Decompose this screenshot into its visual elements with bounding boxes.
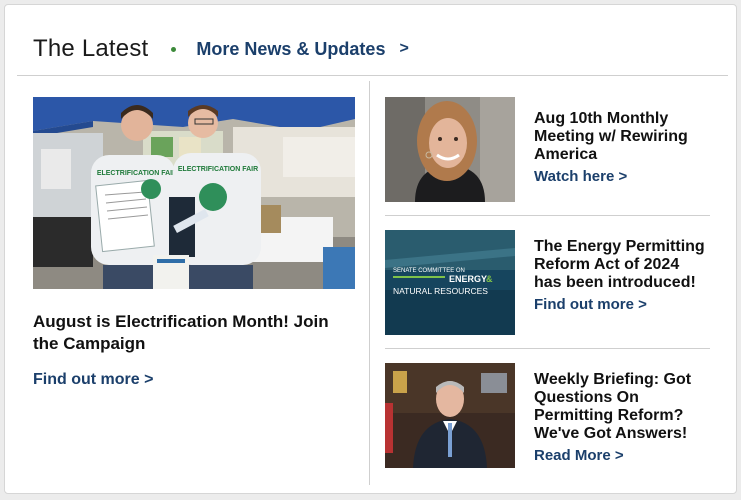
more-news-link[interactable]: More News & Updates > [196,39,408,60]
shirt-text-left: ELECTRIFICATION FAIR [97,170,177,177]
news-item: SENATE COMMITTEE ON ENERGY & NATURAL RES… [385,230,710,336]
find-out-more-link[interactable]: Find out more > [534,296,647,313]
news-item-text: The Energy Permitting Reform Act of 2024… [534,238,710,314]
senate-committee-banner[interactable]: SENATE COMMITTEE ON ENERGY & NATURAL RES… [385,230,515,335]
watch-here-link[interactable]: Watch here > [534,168,627,185]
chevron-right-icon[interactable]: > [399,40,408,58]
section-header: The Latest More News & Updates > [33,33,409,65]
featured-title[interactable]: August is Electrification Month! Join th… [33,311,355,355]
column-divider [369,81,370,485]
news-item: Aug 10th Monthly Meeting w/ Rewiring Ame… [385,97,710,203]
banner-ampersand: & [486,274,493,284]
header-divider [17,75,728,76]
news-item-text: Weekly Briefing: Got Questions On Permit… [534,371,710,465]
briefing-video-thumbnail[interactable] [385,363,515,468]
item-divider [385,215,710,216]
section-title: The Latest [33,35,149,62]
news-item-title[interactable]: Aug 10th Monthly Meeting w/ Rewiring Ame… [534,110,710,164]
separator-dot [171,46,177,52]
news-item-title[interactable]: The Energy Permitting Reform Act of 2024… [534,238,710,292]
news-item-text: Aug 10th Monthly Meeting w/ Rewiring Ame… [534,110,710,186]
shirt-text-right: ELECTRIFICATION FAIR [178,166,258,173]
featured-photo[interactable]: ELECTRIFICATION FAIR ELECTRIFICATION FAI… [33,97,355,289]
banner-line3: NATURAL RESOURCES [393,286,488,296]
read-more-link[interactable]: Read More > [534,447,624,464]
more-news-label[interactable]: More News & Updates [196,39,385,60]
banner-line2: ENERGY [449,274,487,284]
news-item: Weekly Briefing: Got Questions On Permit… [385,363,710,469]
featured-find-out-more-link[interactable]: Find out more > [33,371,153,389]
speaker-photo[interactable] [385,97,515,202]
news-item-title[interactable]: Weekly Briefing: Got Questions On Permit… [534,371,710,443]
latest-news-card: The Latest More News & Updates > ELECTRI… [4,4,737,494]
item-divider [385,348,710,349]
